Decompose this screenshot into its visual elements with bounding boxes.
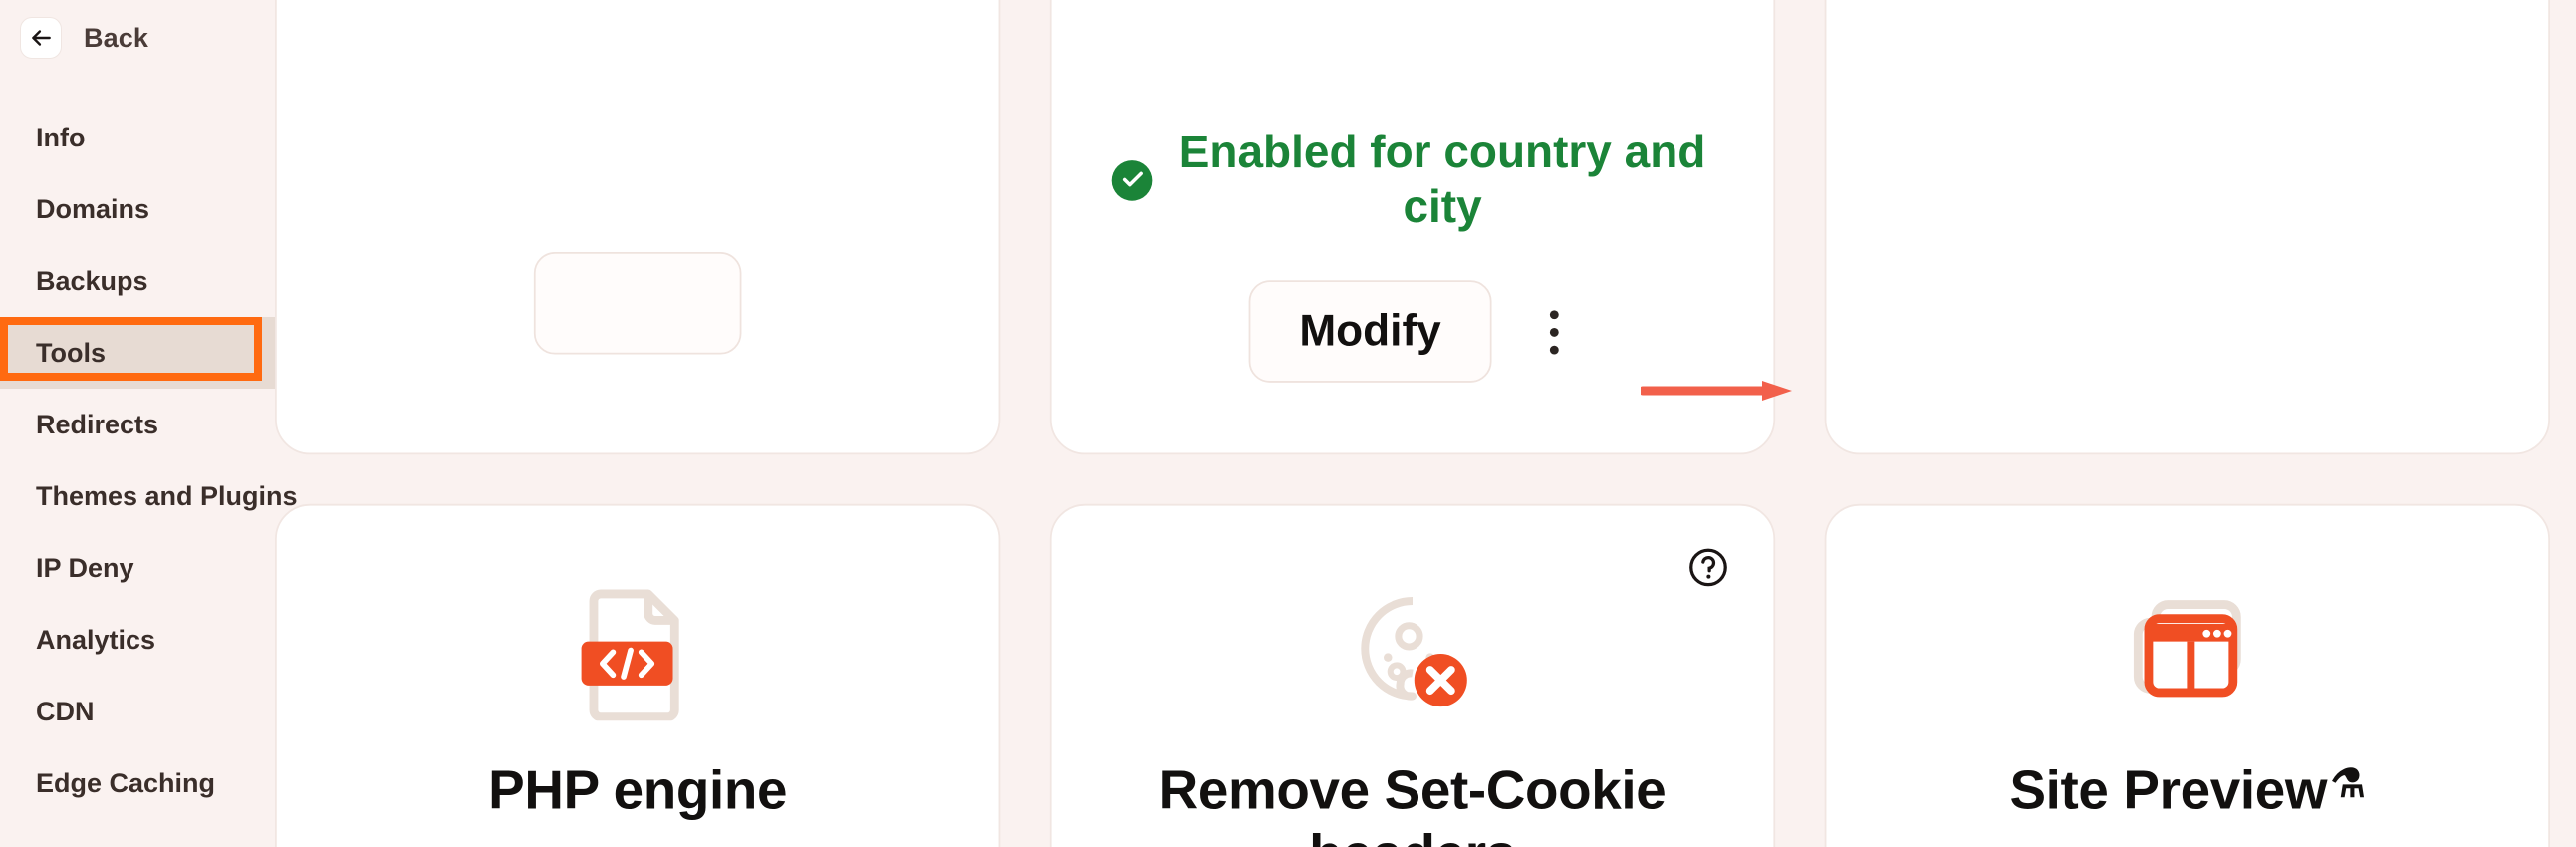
cookie-blocked-icon	[1342, 583, 1482, 720]
sidebar-item-label: Edge Caching	[36, 767, 216, 798]
back-label[interactable]: Back	[84, 23, 148, 54]
back-button[interactable]	[20, 17, 62, 59]
top-card-middle: Enabled for country and city Modify	[1049, 0, 1776, 455]
sidebar-item-label: Tools	[36, 337, 106, 368]
top-middle-status-label: Enabled for country and city	[1178, 125, 1706, 233]
php-file-code-icon	[576, 583, 699, 721]
tools-card-grid: Enabled for country and city Modify PHP …	[275, 0, 2550, 847]
sidebar-item-label: Themes and Plugins	[36, 480, 298, 511]
top-middle-modify-button[interactable]: Modify	[1248, 280, 1493, 383]
top-left-partial-button[interactable]	[533, 252, 742, 355]
question-mark-circle-icon[interactable]	[1685, 544, 1731, 590]
sidebar-item-label: Analytics	[36, 624, 156, 655]
top-card-left	[275, 0, 1001, 455]
sidebar-item-label: Backups	[36, 265, 148, 296]
card-remove-set-cookie-headers: Remove Set-Cookie headers Use this tool …	[1049, 503, 1776, 847]
card-title: Site Preview ⚗	[2009, 759, 2365, 823]
check-circle-icon	[1111, 159, 1153, 200]
sidebar-item-label: Redirects	[36, 409, 159, 439]
sidebar-item-label: Info	[36, 122, 86, 152]
card-title-text: Site Preview	[2009, 759, 2328, 821]
top-middle-status: Enabled for country and city	[1111, 125, 1714, 235]
card-title: PHP engine	[488, 759, 787, 823]
card-title-text: Remove Set-Cookie headers	[1159, 759, 1667, 847]
main-content: Enabled for country and city Modify PHP …	[275, 0, 2576, 847]
card-title-text: PHP engine	[488, 759, 788, 821]
card-title: Remove Set-Cookie headers	[1112, 759, 1714, 847]
tools-page: Back Info Domains Backups Tools Redirect…	[0, 0, 2576, 847]
card-site-preview: Site Preview ⚗ Enable Site Preview to te…	[1824, 503, 2550, 847]
top-middle-actions: Modify	[1248, 280, 1577, 383]
kebab-menu-icon[interactable]	[1531, 296, 1577, 367]
top-card-right	[1824, 0, 2550, 455]
flask-icon: ⚗	[2330, 760, 2366, 806]
sidebar-item-label: IP Deny	[36, 552, 134, 583]
browser-windows-icon	[2117, 583, 2257, 720]
sidebar-item-label: CDN	[36, 696, 95, 726]
card-php-engine: PHP engine Use these controls to switch …	[275, 503, 1001, 847]
arrow-left-icon	[28, 25, 54, 51]
sidebar-item-label: Domains	[36, 193, 150, 224]
